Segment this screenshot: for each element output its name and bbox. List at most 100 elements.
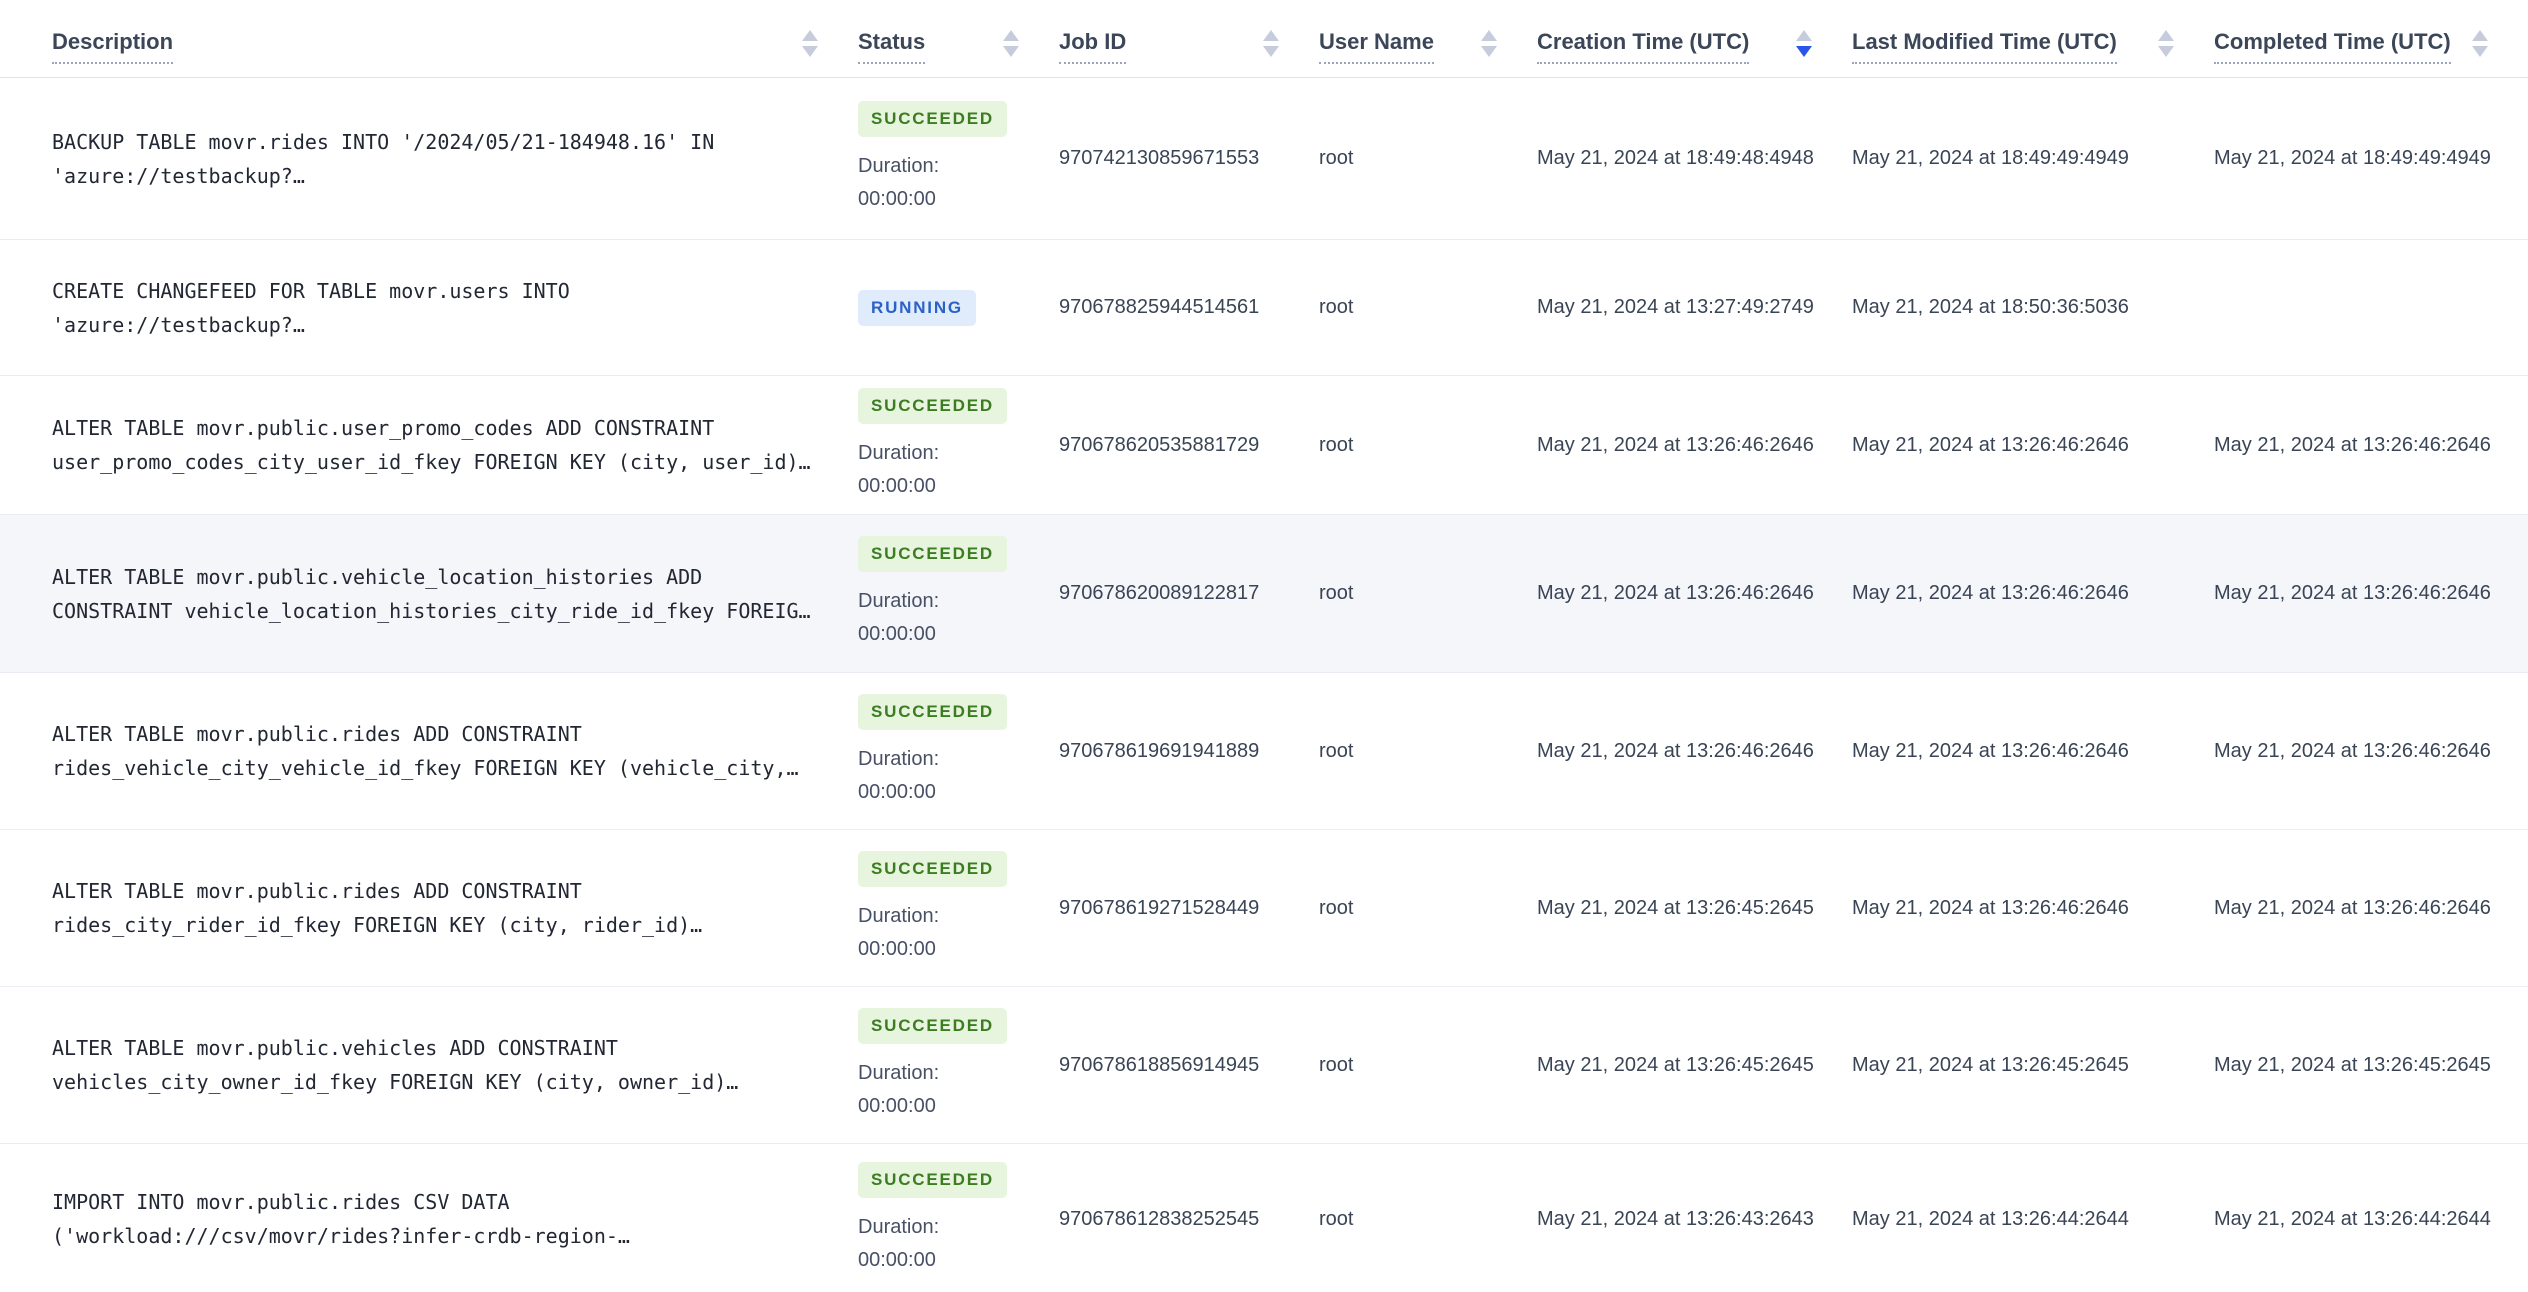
job-id: 970742130859671553	[1059, 147, 1260, 169]
description-text: ('workload:///csv/movr/rides?infer-crdb-…	[52, 1224, 630, 1248]
user-name: root	[1319, 1207, 1354, 1230]
description-text: rides_city_rider_id_fkey FOREIGN KEY (ci…	[52, 913, 703, 937]
creation-time: May 21, 2024 at 13:26:46:2646	[1537, 433, 1814, 456]
sort-icon[interactable]	[2158, 30, 2174, 57]
description-text: IMPORT INTO movr.public.rides CSV DATA	[52, 1190, 510, 1214]
description-text: ALTER TABLE movr.public.user_promo_codes…	[52, 416, 715, 440]
completed-time: May 21, 2024 at 13:26:44:2644	[2214, 1207, 2491, 1230]
job-status-cell: SUCCEEDED Duration: 00:00:00	[858, 830, 1059, 986]
sort-icon[interactable]	[1796, 30, 1812, 57]
job-description-link[interactable]: BACKUP TABLE movr.rides INTO '/2024/05/2…	[52, 78, 858, 239]
last-modified-time: May 21, 2024 at 18:50:36:5036	[1852, 296, 2129, 318]
description-text: ALTER TABLE movr.public.vehicles ADD CON…	[52, 1036, 618, 1060]
sort-up-arrow-icon	[2158, 30, 2174, 41]
job-description-link[interactable]: ALTER TABLE movr.public.rides ADD CONSTR…	[52, 830, 858, 986]
user-name: root	[1319, 896, 1354, 919]
duration-label: Duration:	[858, 590, 940, 612]
job-status-cell: SUCCEEDED Duration: 00:00:00	[858, 987, 1059, 1143]
description-text: ALTER TABLE movr.public.rides ADD CONSTR…	[52, 879, 582, 903]
duration-value: 00:00:00	[858, 1248, 936, 1271]
user-name: root	[1319, 296, 1354, 318]
duration-value: 00:00:00	[858, 623, 936, 645]
sort-down-arrow-icon	[1481, 46, 1497, 57]
job-id: 970678619691941889	[1059, 739, 1260, 762]
status-badge: RUNNING	[858, 289, 976, 326]
column-header-completed-time[interactable]: Completed Time (UTC)	[2214, 29, 2528, 77]
status-badge: SUCCEEDED	[858, 1161, 1007, 1198]
job-status-cell: SUCCEEDED Duration: 00:00:00	[858, 376, 1059, 514]
job-status-cell: RUNNING	[858, 240, 1059, 375]
last-modified-time: May 21, 2024 at 13:26:46:2646	[1852, 582, 2129, 604]
description-text: rides_vehicle_city_vehicle_id_fkey FOREI…	[52, 756, 799, 780]
description-text: ALTER TABLE movr.public.rides ADD CONSTR…	[52, 722, 582, 746]
user-name: root	[1319, 739, 1354, 762]
completed-time	[2214, 240, 2528, 375]
sort-icon[interactable]	[1263, 30, 1279, 57]
column-header-job-id[interactable]: Job ID	[1059, 29, 1319, 77]
column-label: Completed Time (UTC)	[2214, 29, 2451, 64]
duration-value: 00:00:00	[858, 188, 936, 210]
creation-time: May 21, 2024 at 18:49:48:4948	[1537, 147, 1814, 169]
sort-up-arrow-icon	[1481, 30, 1497, 41]
status-badge: SUCCEEDED	[858, 387, 1007, 424]
job-description-link[interactable]: ALTER TABLE movr.public.vehicle_location…	[52, 515, 858, 672]
job-description-link[interactable]: CREATE CHANGEFEED FOR TABLE movr.users I…	[52, 240, 858, 375]
table-row[interactable]: BACKUP TABLE movr.rides INTO '/2024/05/2…	[0, 78, 2528, 240]
table-row[interactable]: ALTER TABLE movr.public.rides ADD CONSTR…	[0, 673, 2528, 830]
user-name: root	[1319, 582, 1354, 604]
job-description-link[interactable]: ALTER TABLE movr.public.rides ADD CONSTR…	[52, 673, 858, 829]
last-modified-time: May 21, 2024 at 13:26:44:2644	[1852, 1207, 2129, 1230]
sort-down-arrow-icon	[2472, 46, 2488, 57]
column-header-creation-time[interactable]: Creation Time (UTC)	[1537, 29, 1852, 77]
job-id: 970678612838252545	[1059, 1207, 1260, 1230]
last-modified-time: May 21, 2024 at 13:26:46:2646	[1852, 739, 2129, 762]
duration-label: Duration:	[858, 904, 940, 927]
job-id: 970678618856914945	[1059, 1053, 1260, 1076]
sort-icon[interactable]	[2472, 30, 2488, 57]
creation-time: May 21, 2024 at 13:26:45:2645	[1537, 1053, 1814, 1076]
description-text: CREATE CHANGEFEED FOR TABLE movr.users I…	[52, 278, 570, 303]
last-modified-time: May 21, 2024 at 13:26:46:2646	[1852, 433, 2129, 456]
table-row[interactable]: ALTER TABLE movr.public.rides ADD CONSTR…	[0, 830, 2528, 987]
job-id: 970678825944514561	[1059, 296, 1260, 318]
sort-down-arrow-icon	[2158, 46, 2174, 57]
job-id: 970678619271528449	[1059, 896, 1260, 919]
job-id: 970678620089122817	[1059, 582, 1260, 604]
table-row[interactable]: ALTER TABLE movr.public.user_promo_codes…	[0, 376, 2528, 515]
column-label: Description	[52, 29, 174, 64]
job-description-link[interactable]: IMPORT INTO movr.public.rides CSV DATA (…	[52, 1144, 858, 1292]
completed-time: May 21, 2024 at 13:26:46:2646	[2214, 739, 2491, 762]
jobs-table: Description Status Job ID User Name Crea…	[0, 0, 2528, 1292]
table-row[interactable]: ALTER TABLE movr.public.vehicle_location…	[0, 515, 2528, 673]
duration-label: Duration:	[858, 1215, 940, 1238]
job-status-cell: SUCCEEDED Duration: 00:00:00	[858, 515, 1059, 672]
sort-down-arrow-icon	[802, 46, 818, 57]
sort-down-arrow-icon	[1003, 46, 1019, 57]
duration-label: Duration:	[858, 1061, 940, 1084]
sort-up-arrow-icon	[802, 30, 818, 41]
sort-icon[interactable]	[802, 30, 818, 57]
status-badge: SUCCEEDED	[858, 693, 1007, 730]
column-header-description[interactable]: Description	[52, 29, 858, 77]
last-modified-time: May 21, 2024 at 18:49:49:4949	[1852, 147, 2129, 169]
user-name: root	[1319, 147, 1354, 169]
table-row[interactable]: CREATE CHANGEFEED FOR TABLE movr.users I…	[0, 240, 2528, 376]
table-header-row: Description Status Job ID User Name Crea…	[0, 0, 2528, 78]
sort-icon[interactable]	[1481, 30, 1497, 57]
user-name: root	[1319, 433, 1354, 456]
sort-icon[interactable]	[1003, 30, 1019, 57]
sort-down-arrow-icon	[1263, 46, 1279, 57]
description-text: 'azure://testbackup?…	[52, 163, 305, 188]
column-header-last-modified-time[interactable]: Last Modified Time (UTC)	[1852, 29, 2214, 77]
job-description-link[interactable]: ALTER TABLE movr.public.user_promo_codes…	[52, 376, 858, 514]
column-label: Last Modified Time (UTC)	[1852, 29, 2117, 64]
column-header-status[interactable]: Status	[858, 29, 1059, 77]
job-description-link[interactable]: ALTER TABLE movr.public.vehicles ADD CON…	[52, 987, 858, 1143]
table-row[interactable]: IMPORT INTO movr.public.rides CSV DATA (…	[0, 1144, 2528, 1292]
sort-up-arrow-icon	[2472, 30, 2488, 41]
table-row[interactable]: ALTER TABLE movr.public.vehicles ADD CON…	[0, 987, 2528, 1144]
column-header-user-name[interactable]: User Name	[1319, 29, 1537, 77]
creation-time: May 21, 2024 at 13:26:45:2645	[1537, 896, 1814, 919]
last-modified-time: May 21, 2024 at 13:26:45:2645	[1852, 1053, 2129, 1076]
last-modified-time: May 21, 2024 at 13:26:46:2646	[1852, 896, 2129, 919]
